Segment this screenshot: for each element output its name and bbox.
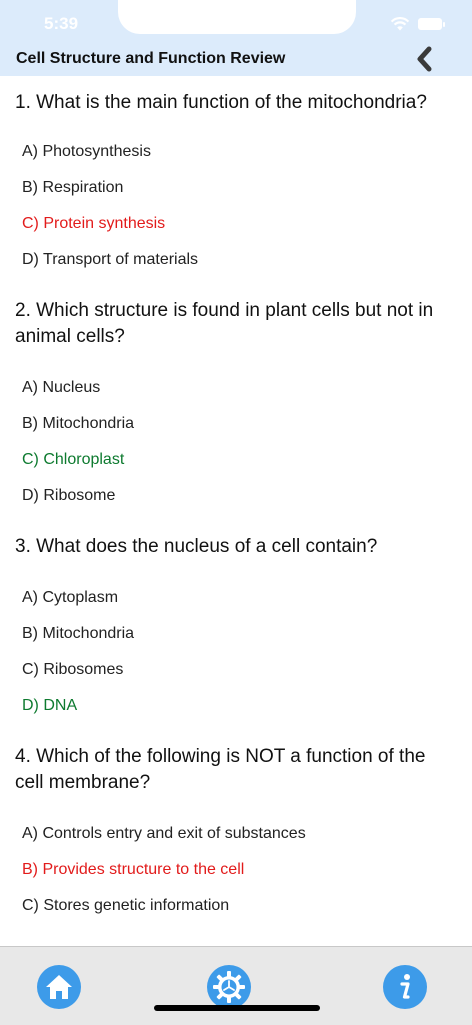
answer-option-d[interactable]: D) Transport of materials: [15, 242, 457, 278]
chevron-left-icon: [417, 46, 432, 72]
page-title: Cell Structure and Function Review: [16, 50, 286, 67]
battery-icon: [418, 18, 445, 30]
answer-option-d[interactable]: D) Ribosome: [15, 478, 457, 514]
question-1: 1. What is the main function of the mito…: [0, 90, 472, 278]
back-button[interactable]: [412, 45, 436, 73]
answer-options: A) Photosynthesis B) Respiration C) Prot…: [15, 134, 457, 278]
question-3: 3. What does the nucleus of a cell conta…: [0, 534, 472, 724]
answer-option-c[interactable]: C) Chloroplast: [15, 442, 457, 478]
question-text: 2. Which structure is found in plant cel…: [15, 300, 434, 347]
settings-gear-icon: [213, 971, 245, 1003]
status-time: 5:39: [44, 14, 79, 33]
question-text: 4. Which of the following is NOT a funct…: [15, 746, 426, 793]
answer-option-d[interactable]: D) DNA: [15, 688, 457, 724]
answer-option-a[interactable]: A) Controls entry and exit of substances: [15, 816, 457, 852]
bottom-tab-bar: [0, 946, 472, 1025]
answer-options: A) Cytoplasm B) Mitochondria C) Ribosome…: [15, 580, 457, 724]
answer-options: A) Nucleus B) Mitochondria C) Chloroplas…: [15, 370, 457, 514]
answer-option-a[interactable]: A) Nucleus: [15, 370, 457, 406]
question-text: 1. What is the main function of the mito…: [15, 92, 427, 113]
answer-option-c[interactable]: C) Ribosomes: [15, 652, 457, 688]
answer-option-b[interactable]: B) Respiration: [15, 170, 457, 206]
answer-option-a[interactable]: A) Photosynthesis: [15, 134, 457, 170]
wifi-icon: [390, 17, 410, 31]
answer-option-a[interactable]: A) Cytoplasm: [15, 580, 457, 616]
answer-option-c[interactable]: C) Protein synthesis: [15, 206, 457, 242]
info-icon: [400, 974, 410, 999]
home-icon: [46, 975, 72, 999]
home-button[interactable]: [37, 965, 81, 1009]
answer-option-b[interactable]: B) Mitochondria: [15, 616, 457, 652]
question-4: 4. Which of the following is NOT a funct…: [0, 744, 472, 924]
answer-options: A) Controls entry and exit of substances…: [15, 816, 457, 924]
answer-option-c[interactable]: C) Stores genetic information: [15, 888, 457, 924]
info-button[interactable]: [383, 965, 427, 1009]
answer-option-b[interactable]: B) Mitochondria: [15, 406, 457, 442]
question-list: 1. What is the main function of the mito…: [0, 76, 472, 946]
answer-option-b[interactable]: B) Provides structure to the cell: [15, 852, 457, 888]
top-bar: 5:39 Cell Structure and Function Review: [0, 0, 472, 76]
settings-button[interactable]: [207, 965, 251, 1009]
status-icons: [390, 17, 445, 31]
device-notch: [118, 0, 356, 34]
home-indicator: [154, 1005, 320, 1011]
question-text: 3. What does the nucleus of a cell conta…: [15, 536, 378, 557]
question-2: 2. Which structure is found in plant cel…: [0, 298, 472, 514]
